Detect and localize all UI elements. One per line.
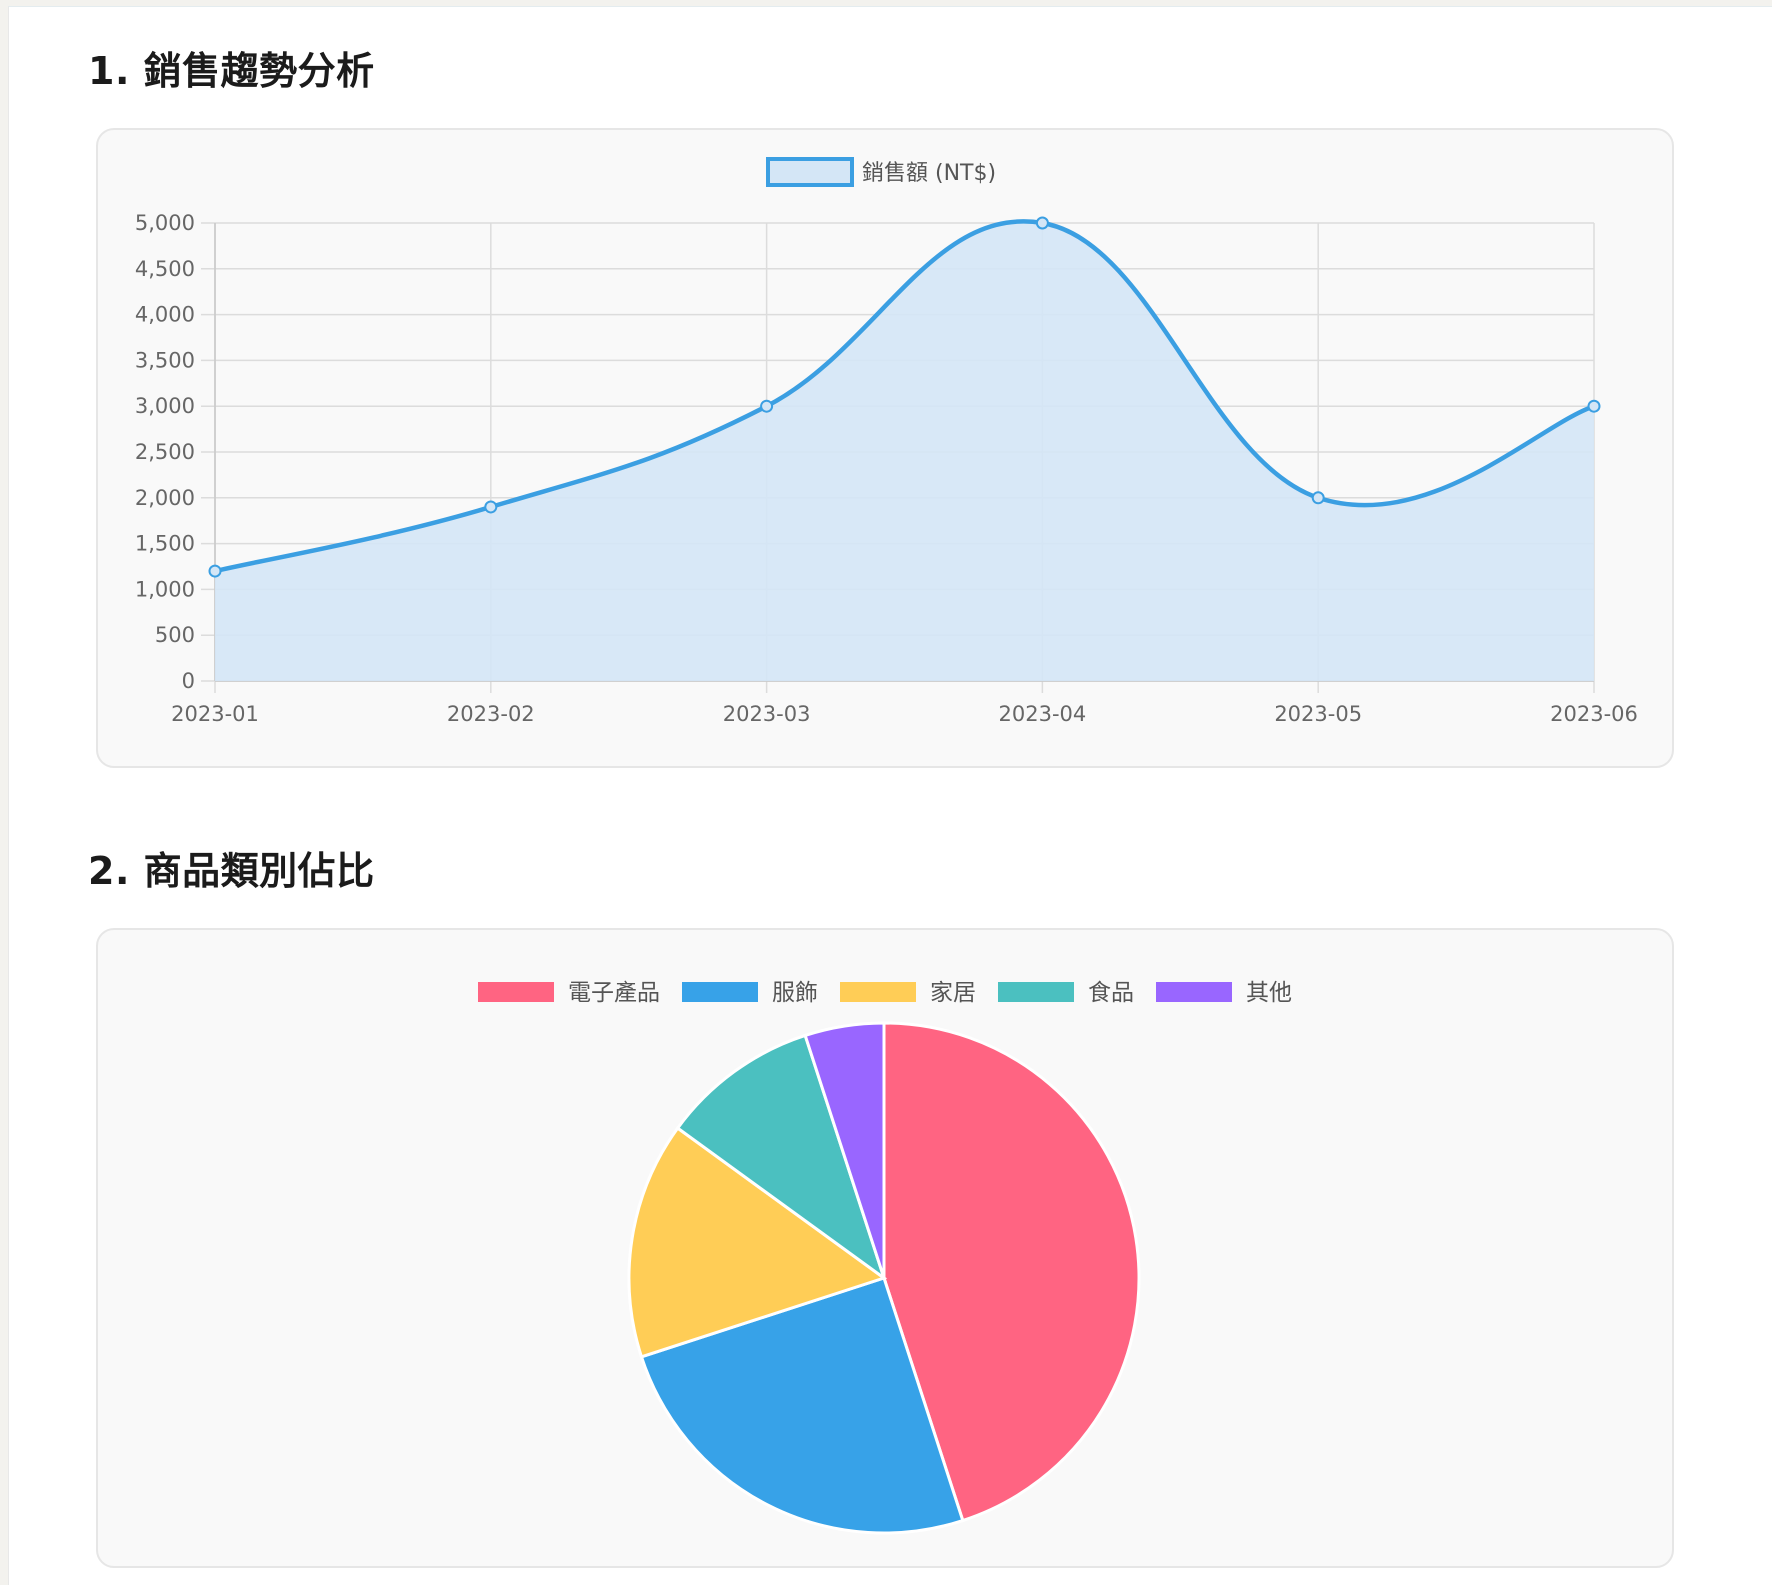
section-number: 1.	[88, 49, 130, 93]
section-title-sales-trend: 1. 銷售趨勢分析	[88, 40, 375, 95]
y-tick-label: 3,500	[135, 348, 195, 372]
y-tick-label: 3,000	[135, 394, 195, 418]
y-tick-label: 2,000	[135, 486, 195, 510]
legend-swatch	[766, 157, 854, 187]
data-point	[484, 500, 498, 514]
x-tick-label: 2023-06	[1550, 702, 1638, 726]
legend-label: 銷售額 (NT$)	[862, 161, 996, 186]
legend-label: 電子產品	[568, 980, 660, 1006]
legend-label: 服飾	[772, 980, 818, 1006]
section-title-text: 銷售趨勢分析	[143, 49, 375, 93]
x-tick-label: 2023-02	[447, 702, 535, 726]
legend-swatch	[478, 982, 554, 1002]
legend-swatch	[1156, 982, 1232, 1002]
y-tick-label: 1,500	[135, 532, 195, 556]
y-tick-label: 0	[182, 669, 195, 693]
section-title-text: 商品類別佔比	[143, 849, 375, 893]
data-point	[208, 564, 222, 578]
x-tick-label: 2023-01	[171, 702, 259, 726]
y-tick-label: 4,500	[135, 257, 195, 281]
y-tick-label: 4,000	[135, 303, 195, 327]
legend-swatch	[998, 982, 1074, 1002]
data-point	[760, 399, 774, 413]
legend-swatch	[682, 982, 758, 1002]
pie-chart-panel: 電子產品 服飾 家居 食品 其他	[96, 928, 1674, 1568]
y-tick-label: 500	[155, 623, 195, 647]
y-tick-label: 2,500	[135, 440, 195, 464]
legend-label: 食品	[1088, 980, 1134, 1006]
data-point	[1035, 216, 1049, 230]
series-area	[215, 221, 1594, 681]
legend-label: 家居	[930, 980, 976, 1006]
pie-chart: 電子產品 服飾 家居 食品 其他	[478, 980, 1292, 1535]
x-tick-label: 2023-03	[723, 702, 811, 726]
y-tick-label: 1,000	[135, 577, 195, 601]
data-point	[1311, 491, 1325, 505]
line-chart: 0 500 1,000 1,500 2,000 2,500 3,000 3,500 4,000 4…	[135, 157, 1638, 726]
legend-label: 其他	[1246, 980, 1292, 1006]
section-title-category-share: 2. 商品類別佔比	[88, 840, 375, 895]
y-tick-label: 5,000	[135, 211, 195, 235]
data-point	[1587, 399, 1601, 413]
legend-swatch	[840, 982, 916, 1002]
x-tick-label: 2023-05	[1274, 702, 1362, 726]
section-number: 2.	[88, 849, 130, 893]
line-chart-panel: 0 500 1,000 1,500 2,000 2,500 3,000 3,500 4,000 4…	[96, 128, 1674, 768]
x-tick-label: 2023-04	[999, 702, 1087, 726]
